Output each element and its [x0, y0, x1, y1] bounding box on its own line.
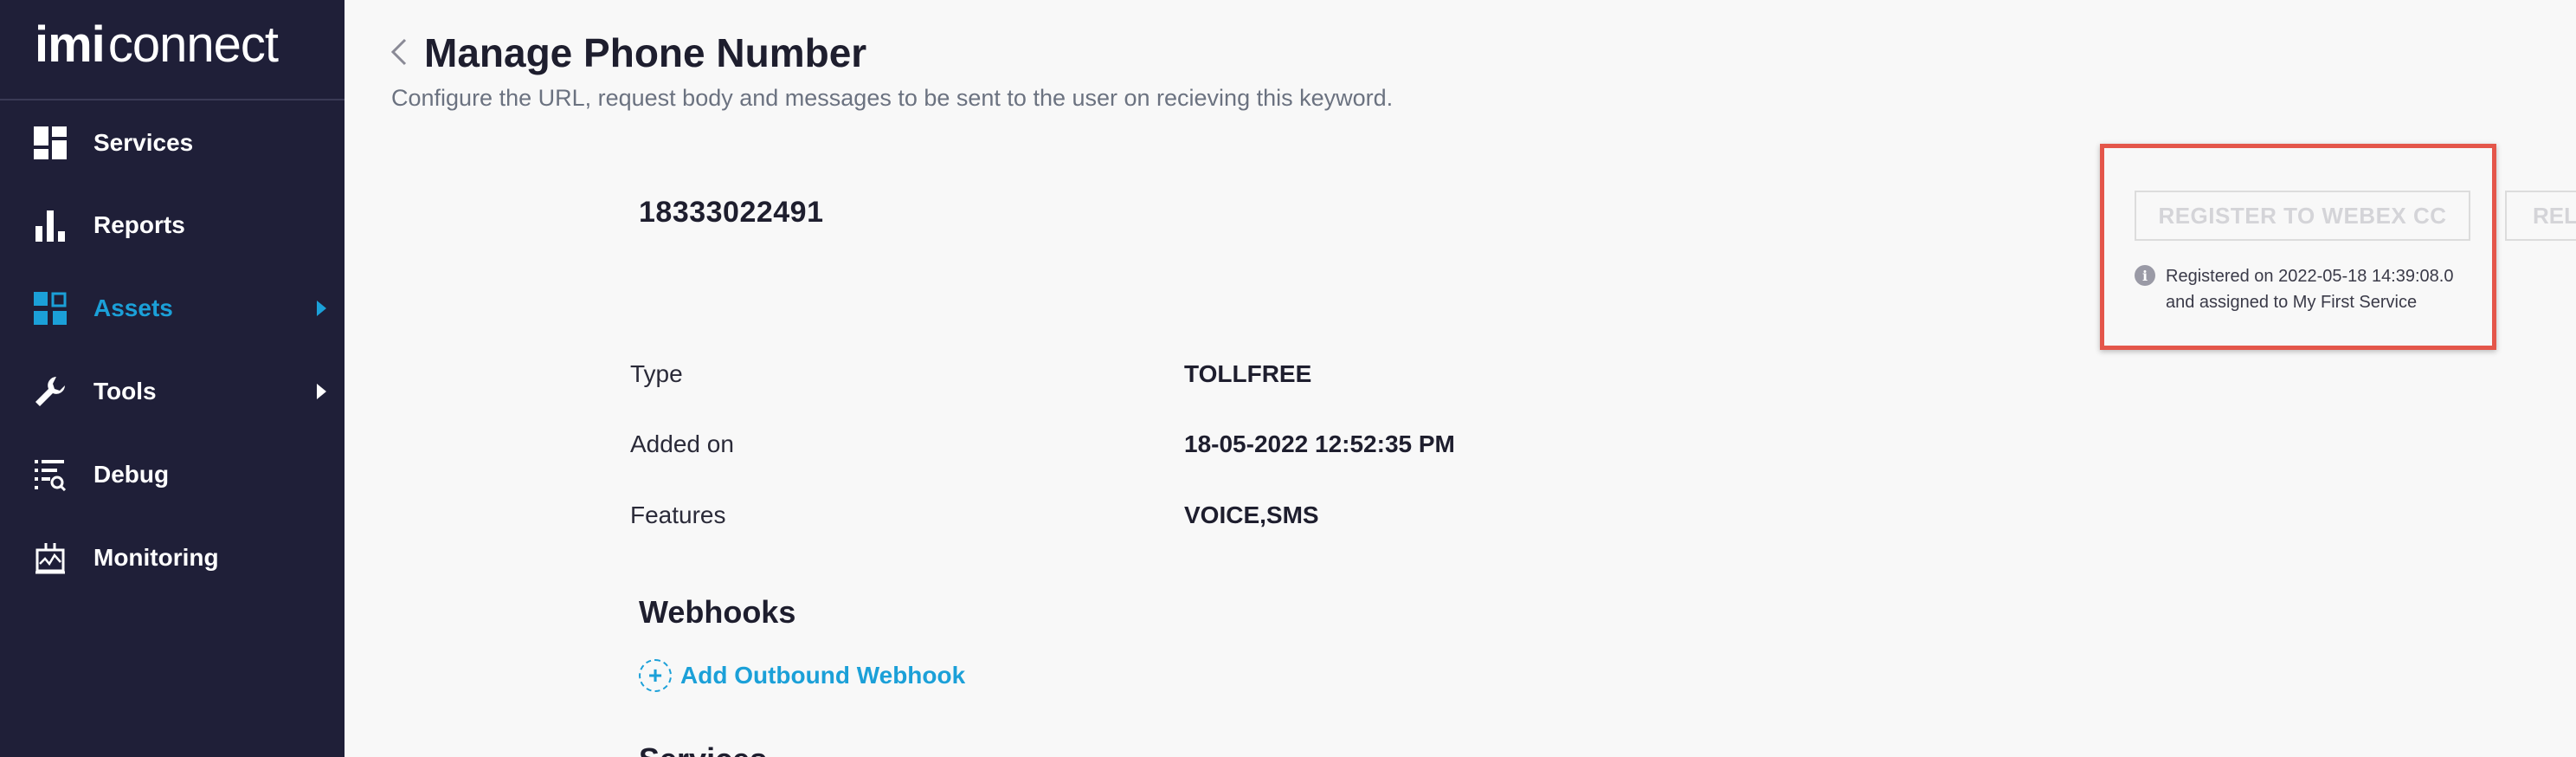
detail-value-type: TOLLFREE [1184, 360, 1312, 387]
sidebar-item-tools[interactable]: Tools [0, 353, 345, 430]
sidebar: imiconnect Services Reports Assets Tools [0, 0, 345, 757]
sidebar-item-reports[interactable]: Reports [0, 186, 345, 264]
bar-chart-icon [33, 208, 68, 243]
sidebar-item-services[interactable]: Services [0, 104, 345, 182]
sidebar-item-label: Tools [93, 378, 157, 404]
register-to-webex-cc-button[interactable]: REGISTER TO WEBEX CC [2135, 191, 2470, 241]
brand-logo-part2: connect [107, 16, 279, 73]
add-outbound-webhook-label: Add Outbound Webhook [680, 662, 966, 689]
brand-logo[interactable]: imiconnect [35, 16, 279, 74]
sidebar-item-label: Assets [93, 294, 173, 321]
detail-label-added-on: Added on [630, 430, 734, 457]
release-button[interactable]: RELEASE [2505, 191, 2576, 241]
phone-number: 18333022491 [639, 196, 824, 229]
highlight-annotation [2100, 144, 2496, 350]
sidebar-item-label: Reports [93, 211, 185, 238]
detail-value-added-on: 18-05-2022 12:52:35 PM [1184, 430, 1455, 457]
back-arrow-icon[interactable] [388, 35, 410, 69]
detail-label-features: Features [630, 501, 726, 528]
detail-label-type: Type [630, 360, 683, 387]
monitoring-icon [33, 540, 68, 575]
registration-info-line1: Registered on 2022-05-18 14:39:08.0 [2166, 267, 2454, 286]
sidebar-item-assets[interactable]: Assets [0, 269, 345, 347]
registration-info: Registered on 2022-05-18 14:39:08.0 and … [2166, 263, 2495, 315]
services-section-title: Services [639, 741, 767, 757]
detail-value-features: VOICE,SMS [1184, 501, 1319, 528]
caret-right-icon [317, 384, 326, 399]
dashboard-icon [33, 126, 68, 160]
add-outbound-webhook-button[interactable]: + Add Outbound Webhook [639, 657, 965, 695]
brand-logo-part1: imi [35, 16, 106, 73]
debug-list-icon [33, 457, 68, 492]
caret-right-icon [317, 301, 326, 316]
webhooks-section-title: Webhooks [639, 594, 796, 630]
sidebar-divider [0, 99, 345, 100]
registration-info-line2: and assigned to My First Service [2166, 293, 2418, 312]
page-subtitle: Configure the URL, request body and mess… [391, 85, 1394, 111]
sidebar-item-label: Monitoring [93, 544, 219, 571]
sidebar-item-label: Debug [93, 461, 170, 488]
plus-circle-icon: + [639, 659, 672, 692]
sidebar-item-monitoring[interactable]: Monitoring [0, 519, 345, 597]
page-title: Manage Phone Number [424, 30, 867, 75]
wrench-icon [33, 374, 68, 409]
info-icon: i [2135, 265, 2155, 286]
sidebar-item-debug[interactable]: Debug [0, 436, 345, 514]
sidebar-item-label: Services [93, 129, 194, 156]
assets-grid-icon [33, 291, 68, 326]
